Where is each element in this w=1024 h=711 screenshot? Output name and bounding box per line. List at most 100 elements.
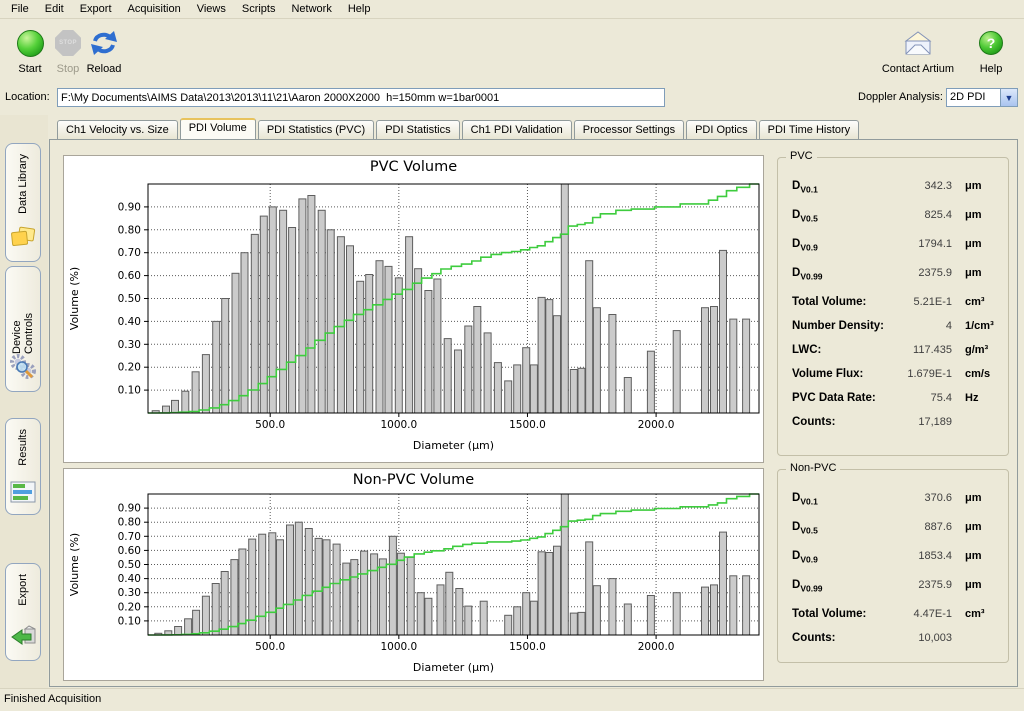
stats-unit: Hz (952, 392, 998, 404)
nonpvc-volume-chart: 0.100.200.300.400.500.600.700.800.90500.… (64, 469, 765, 680)
tab-pdi-optics[interactable]: PDI Optics (686, 120, 757, 139)
doppler-analysis-select[interactable]: 2D PDI ▼ (946, 88, 1018, 107)
stats-label: Total Volume: (792, 296, 890, 308)
stats-label: PVC Data Rate: (792, 392, 890, 404)
tab-pdi-statistics-pvc-[interactable]: PDI Statistics (PVC) (258, 120, 374, 139)
tab-pdi-volume[interactable]: PDI Volume (180, 118, 256, 139)
stats-row: DV0.992375.9μm (792, 267, 998, 296)
stats-label: Number Density: (792, 320, 890, 332)
reload-icon (78, 26, 130, 60)
nonpvc-stats-rows: DV0.1370.6μmDV0.5887.6μmDV0.91853.4μmDV0… (792, 492, 998, 656)
svg-text:0.10: 0.10 (118, 615, 141, 627)
nonpvc-chart-panel: 0.100.200.300.400.500.600.700.800.90500.… (63, 468, 764, 681)
svg-text:0.50: 0.50 (118, 293, 141, 305)
stats-value: 17,189 (890, 416, 952, 428)
svg-text:500.0: 500.0 (255, 419, 285, 431)
sidebar-item-label: Results (17, 429, 29, 466)
menu-item-views[interactable]: Views (189, 1, 234, 17)
stats-unit: μm (952, 492, 998, 504)
svg-text:0.80: 0.80 (118, 224, 141, 236)
stats-row: Volume Flux:1.679E-1cm/s (792, 368, 998, 392)
nonpvc-chart-title: Non-PVC Volume (64, 472, 763, 488)
tab-ch1-pdi-validation[interactable]: Ch1 PDI Validation (462, 120, 572, 139)
status-text: Finished Acquisition (4, 693, 101, 705)
stats-value: 10,003 (890, 632, 952, 644)
stats-value: 75.4 (890, 392, 952, 404)
menu-item-edit[interactable]: Edit (37, 1, 72, 17)
stats-label: DV0.5 (792, 209, 890, 223)
tab-pdi-time-history[interactable]: PDI Time History (759, 120, 860, 139)
stats-row: Counts:10,003 (792, 632, 998, 656)
stats-label: DV0.1 (792, 492, 890, 506)
chevron-down-icon[interactable]: ▼ (1000, 89, 1017, 106)
sidebar: Data Library Device Controls Results Export (0, 115, 48, 688)
stats-row: PVC Data Rate:75.4Hz (792, 392, 998, 416)
svg-text:0.70: 0.70 (118, 247, 141, 259)
stats-row: Number Density:41/cm³ (792, 320, 998, 344)
tab-strip: Ch1 Velocity vs. SizePDI VolumePDI Stati… (49, 119, 1018, 139)
menu-item-scripts[interactable]: Scripts (234, 1, 284, 17)
stats-unit: cm³ (952, 608, 998, 620)
export-arrow-icon (9, 625, 37, 652)
stats-value: 825.4 (890, 209, 952, 221)
nonpvc-stats-title: Non-PVC (786, 462, 840, 474)
stats-label: Total Volume: (792, 608, 890, 620)
tab-processor-settings[interactable]: Processor Settings (574, 120, 684, 139)
stats-label: Counts: (792, 416, 890, 428)
svg-text:1000.0: 1000.0 (380, 641, 417, 653)
location-input[interactable] (57, 88, 665, 107)
menu-item-network[interactable]: Network (283, 1, 339, 17)
doppler-analysis-label: Doppler Analysis: (858, 91, 943, 103)
pvc-chart-title: PVC Volume (64, 159, 763, 175)
stats-unit: μm (952, 550, 998, 562)
stats-label: DV0.99 (792, 579, 890, 593)
sidebar-item-label: Data Library (17, 154, 29, 214)
stats-unit: μm (952, 180, 998, 192)
stats-unit: cm³ (952, 296, 998, 308)
svg-text:Volume (%): Volume (%) (68, 267, 81, 330)
menu-item-export[interactable]: Export (72, 1, 120, 17)
stats-unit: μm (952, 238, 998, 250)
stats-value: 117.435 (890, 344, 952, 356)
svg-text:0.20: 0.20 (118, 362, 141, 374)
stats-label: DV0.9 (792, 550, 890, 564)
svg-text:0.60: 0.60 (118, 545, 141, 557)
stats-unit: μm (952, 267, 998, 279)
doppler-analysis-value: 2D PDI (947, 89, 1000, 106)
stats-value: 342.3 (890, 180, 952, 192)
svg-text:0.70: 0.70 (118, 531, 141, 543)
location-row: Location: Doppler Analysis: 2D PDI ▼ (0, 84, 1024, 112)
menu-item-help[interactable]: Help (340, 1, 379, 17)
stats-row: DV0.1370.6μm (792, 492, 998, 521)
reload-button[interactable]: Reload (78, 26, 130, 75)
menu-item-acquisition[interactable]: Acquisition (120, 1, 189, 17)
sidebar-item-data-library[interactable]: Data Library (5, 143, 41, 262)
stats-value: 1.679E-1 (890, 368, 952, 380)
svg-text:2000.0: 2000.0 (638, 641, 675, 653)
location-label: Location: (5, 91, 50, 103)
svg-text:0.60: 0.60 (118, 270, 141, 282)
tab-ch1-velocity-vs-size[interactable]: Ch1 Velocity vs. Size (57, 120, 178, 139)
menu-bar: FileEditExportAcquisitionViewsScriptsNet… (0, 0, 1024, 19)
menu-item-file[interactable]: File (3, 1, 37, 17)
toolbar: Start STOP Stop Reload (0, 20, 1024, 82)
svg-text:0.90: 0.90 (118, 201, 141, 213)
stats-value: 1853.4 (890, 550, 952, 562)
stats-value: 370.6 (890, 492, 952, 504)
sidebar-item-device-controls[interactable]: Device Controls (5, 266, 41, 392)
contact-artium-label: Contact Artium (882, 63, 954, 75)
stats-label: DV0.5 (792, 521, 890, 535)
svg-text:0.20: 0.20 (118, 601, 141, 613)
contact-artium-button[interactable]: Contact Artium (882, 26, 954, 75)
tab-pdi-statistics[interactable]: PDI Statistics (376, 120, 459, 139)
sidebar-item-export[interactable]: Export (5, 563, 41, 661)
stats-row: DV0.91853.4μm (792, 550, 998, 579)
sidebar-item-results[interactable]: Results (5, 418, 41, 515)
svg-text:1500.0: 1500.0 (509, 419, 546, 431)
stats-value: 887.6 (890, 521, 952, 533)
help-button[interactable]: ? Help (968, 26, 1014, 75)
stats-row: DV0.1342.3μm (792, 180, 998, 209)
stats-unit: μm (952, 521, 998, 533)
stats-value: 2375.9 (890, 267, 952, 279)
stats-unit: g/m³ (952, 344, 998, 356)
